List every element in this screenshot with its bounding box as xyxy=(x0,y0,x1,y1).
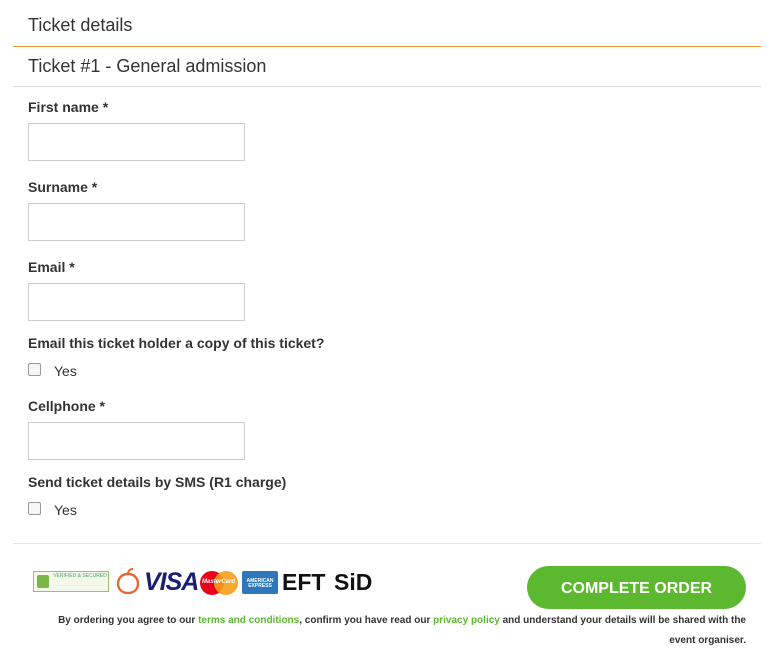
privacy-link[interactable]: privacy policy xyxy=(433,615,500,626)
amex-logo: AMERICAN EXPRESS xyxy=(242,571,278,594)
sms-option-label[interactable]: Yes xyxy=(54,502,77,518)
visa-logo: VISA xyxy=(144,568,199,596)
secure-badge-text: VERIFIED & SECURED xyxy=(53,573,107,579)
complete-order-button[interactable]: COMPLETE ORDER xyxy=(527,566,746,609)
terms-suffix: and understand your details will be shar… xyxy=(499,615,746,646)
email-input[interactable] xyxy=(28,283,245,321)
peach-payments-icon xyxy=(117,568,139,594)
email-label: Email * xyxy=(28,259,75,275)
terms-prefix: By ordering you agree to our xyxy=(58,615,199,626)
terms-link[interactable]: terms and conditions xyxy=(198,615,299,626)
sms-label: Send ticket details by SMS (R1 charge) xyxy=(28,474,287,490)
cellphone-label: Cellphone * xyxy=(28,398,106,414)
lock-icon xyxy=(37,575,49,588)
secure-badge-logo: VERIFIED & SECURED xyxy=(33,571,109,592)
ticket-header: Ticket #1 - General admission xyxy=(13,47,761,87)
mastercard-logo: MasterCard xyxy=(200,571,238,595)
email-copy-label: Email this ticket holder a copy of this … xyxy=(28,335,325,351)
email-copy-option-label[interactable]: Yes xyxy=(54,363,77,379)
email-copy-checkbox[interactable] xyxy=(28,363,41,376)
section-title: Ticket details xyxy=(28,15,133,35)
terms-mid: , confirm you have read our xyxy=(299,615,434,626)
amex-text: AMERICAN EXPRESS xyxy=(246,578,274,589)
checkout-page: Ticket details Ticket #1 - General admis… xyxy=(0,0,776,667)
ticket-details-header: Ticket details xyxy=(13,0,761,47)
terms-text: By ordering you agree to our terms and c… xyxy=(46,611,746,651)
sid-logo: SiD xyxy=(334,569,373,595)
surname-label: Surname * xyxy=(28,179,98,195)
ticket-title: Ticket #1 - General admission xyxy=(28,56,267,76)
footer-divider xyxy=(13,543,761,544)
mastercard-text: MasterCard xyxy=(202,579,236,585)
first-name-input[interactable] xyxy=(28,123,245,161)
eft-logo: EFT xyxy=(282,569,326,595)
first-name-label: First name * xyxy=(28,99,109,115)
cellphone-input[interactable] xyxy=(28,422,245,460)
surname-input[interactable] xyxy=(28,203,245,241)
sms-checkbox[interactable] xyxy=(28,502,41,515)
